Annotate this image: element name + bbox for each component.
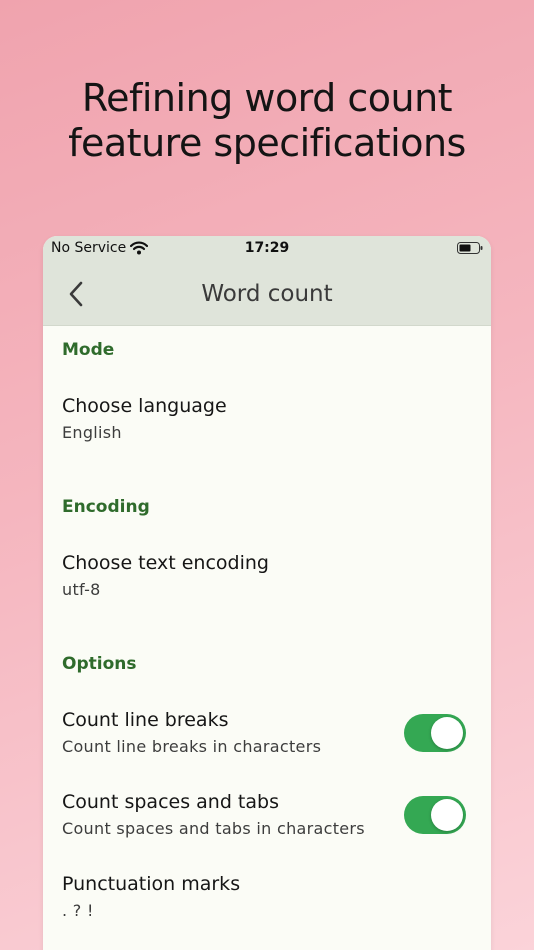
choose-encoding-item[interactable]: Choose text encoding utf-8 — [62, 552, 472, 599]
section-header-options: Options — [62, 654, 137, 674]
toggle-knob — [431, 799, 463, 831]
section-header-encoding: Encoding — [62, 497, 150, 517]
choose-encoding-title: Choose text encoding — [62, 552, 269, 574]
phone-screen: No Service 17:29 Word count Mode Choose … — [43, 236, 491, 950]
nav-bar: Word count — [43, 262, 491, 326]
headline-line-1: Refining word count — [81, 76, 453, 120]
count-spaces-tabs-toggle[interactable] — [404, 796, 466, 834]
headline: Refining word count feature specificatio… — [0, 76, 534, 166]
choose-language-title: Choose language — [62, 395, 227, 417]
section-header-mode: Mode — [62, 340, 115, 360]
punctuation-marks-value: . ? ! — [62, 901, 94, 920]
status-bar: No Service 17:29 — [43, 236, 491, 262]
punctuation-marks-item[interactable]: Punctuation marks . ? ! — [62, 873, 472, 920]
headline-line-2: feature specifications — [68, 121, 466, 165]
count-line-breaks-item[interactable]: Count line breaks Count line breaks in c… — [62, 709, 472, 756]
settings-list: Mode Choose language English Encoding Ch… — [43, 340, 491, 920]
choose-language-item[interactable]: Choose language English — [62, 395, 472, 442]
choose-encoding-value: utf-8 — [62, 580, 101, 599]
count-line-breaks-toggle[interactable] — [404, 714, 466, 752]
choose-language-value: English — [62, 423, 122, 442]
count-spaces-tabs-item[interactable]: Count spaces and tabs Count spaces and t… — [62, 791, 472, 838]
battery-icon — [457, 242, 483, 254]
toggle-knob — [431, 717, 463, 749]
status-time: 17:29 — [244, 240, 290, 256]
punctuation-marks-title: Punctuation marks — [62, 873, 241, 895]
page-title: Word count — [201, 281, 333, 307]
